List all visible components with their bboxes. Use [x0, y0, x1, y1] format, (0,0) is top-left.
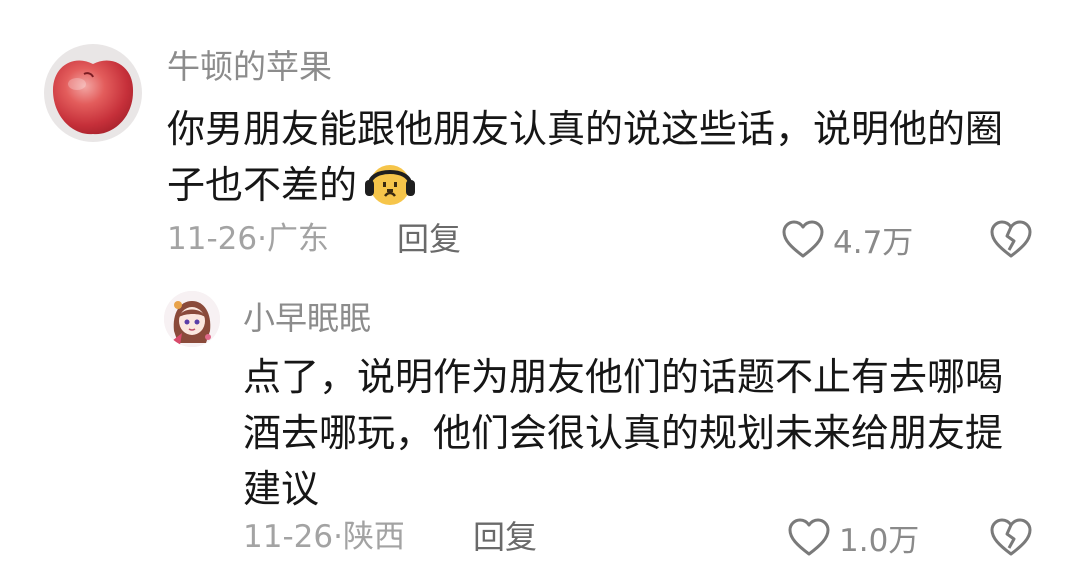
username[interactable]: 牛顿的苹果 [167, 44, 332, 90]
reply-button[interactable]: 回复 [397, 215, 461, 263]
like-count: 4.7万 [833, 224, 914, 261]
comment-location: 陕西 [342, 519, 405, 555]
reply-button[interactable]: 回复 [473, 513, 537, 561]
avatar[interactable] [44, 44, 142, 142]
comment-location: 广东 [266, 221, 329, 257]
headphones-face-emoji-icon [361, 158, 419, 208]
anime-girl-avatar-icon [164, 291, 220, 347]
comment-text-content: 你男朋友能跟他朋友认真的说这些话，说明他的圈子也不差的 [167, 107, 1004, 207]
like-count: 1.0万 [839, 522, 920, 559]
comment-text: 你男朋友能跟他朋友认真的说这些话，说明他的圈子也不差的 [167, 101, 1037, 213]
comment-meta: 11-26·陕西 回复 [243, 513, 563, 561]
like-button[interactable]: 1.0万 [787, 513, 919, 561]
username[interactable]: 小早眠眠 [243, 295, 371, 341]
comment-date: 11-26· [167, 221, 267, 257]
comment-text: 点了，说明作为朋友他们的话题不止有去哪喝酒去哪玩，他们会很认真的规划未来给朋友提… [243, 355, 1004, 511]
apple-avatar-icon [44, 44, 142, 142]
comment-date: 11-26· [243, 519, 343, 555]
broken-heart-icon[interactable] [989, 517, 1033, 557]
comment-meta: 11-26·广东 回复 [167, 215, 487, 263]
like-button[interactable]: 4.7万 [781, 215, 913, 263]
heart-outline-icon [782, 220, 824, 258]
heart-outline-icon [788, 518, 830, 556]
avatar[interactable] [164, 291, 220, 347]
comment-thread: 牛顿的苹果 你男朋友能跟他朋友认真的说这些话，说明他的圈子也不差的 11-26·… [0, 0, 1080, 578]
broken-heart-icon[interactable] [989, 219, 1033, 259]
